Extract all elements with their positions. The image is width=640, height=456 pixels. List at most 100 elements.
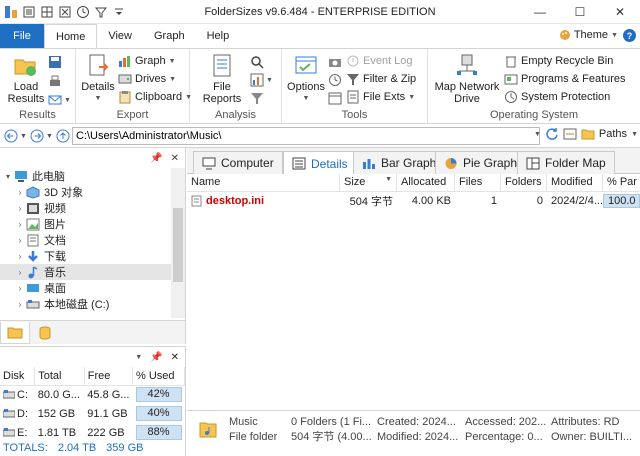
details-button[interactable]: Details ▼	[80, 53, 116, 105]
chevron-right-icon[interactable]: ›	[14, 268, 26, 277]
tree-item[interactable]: ▾ 此电脑	[0, 168, 185, 184]
chevron-right-icon[interactable]: ›	[14, 236, 26, 245]
path-input[interactable]	[72, 127, 540, 145]
tab-help[interactable]: Help	[196, 24, 241, 48]
column-header-files[interactable]: Files	[455, 174, 501, 191]
chevron-down-icon[interactable]: ▾	[2, 172, 14, 181]
tab-drives[interactable]	[30, 322, 60, 344]
chevron-down-icon[interactable]: ▼	[20, 133, 27, 140]
tab-details[interactable]: Details	[283, 151, 357, 175]
options-button[interactable]: Options ▼	[286, 53, 326, 105]
chevron-right-icon[interactable]: ›	[14, 284, 26, 293]
column-header-total[interactable]: Total	[34, 367, 85, 386]
chevron-down-icon[interactable]: ▼	[135, 354, 142, 361]
tab-home[interactable]: Home	[44, 24, 98, 48]
column-header-modified[interactable]: Modified	[547, 174, 603, 191]
column-header-disk[interactable]: Disk	[0, 367, 36, 386]
tab-view[interactable]: View	[97, 24, 143, 48]
chevron-right-icon[interactable]: ›	[14, 300, 26, 309]
event-log-button[interactable]: Event Log	[346, 53, 413, 69]
empty-recycle-bin-button[interactable]: Empty Recycle Bin	[504, 53, 613, 69]
tab-file[interactable]: File	[0, 24, 44, 48]
email-icon[interactable]	[48, 93, 62, 107]
tab-folders[interactable]	[0, 321, 30, 344]
clock-icon[interactable]	[76, 5, 90, 19]
print-icon[interactable]	[48, 75, 62, 89]
chevron-right-icon[interactable]: ›	[14, 204, 26, 213]
tree-item[interactable]: › 本地磁盘 (C:)	[0, 296, 185, 312]
close-icon[interactable]: ✕	[171, 153, 179, 164]
forward-icon[interactable]	[30, 129, 44, 143]
search-icon[interactable]	[250, 55, 264, 69]
export-clipboard-button[interactable]: Clipboard ▼	[118, 89, 192, 105]
chevron-down-icon[interactable]: ▼	[631, 131, 638, 138]
table-row[interactable]: desktop.ini 504 字节 4.00 KB 1 0 2024/2/4... 100…	[187, 192, 640, 210]
disk-row[interactable]: C: 80.0 G... 45.8 G... 42%	[0, 385, 185, 404]
scrollbar-thumb[interactable]	[173, 208, 183, 282]
tab-bar-graph[interactable]: Bar Graph	[353, 151, 446, 174]
disk-row[interactable]: E: 1.81 TB 222 GB 88%	[0, 423, 185, 442]
tree-item[interactable]: › 图片	[0, 216, 185, 232]
column-header-size[interactable]: Size ▼	[340, 174, 397, 191]
grid-icon[interactable]	[40, 5, 54, 19]
disk-row[interactable]: D: 152 GB 91.1 GB 40%	[0, 404, 185, 423]
export-graph-button[interactable]: Graph ▼	[118, 53, 176, 69]
close-icon[interactable]: ✕	[171, 352, 179, 363]
refresh-icon[interactable]	[545, 127, 559, 141]
tab-computer[interactable]: Computer	[193, 151, 283, 174]
chevron-down-icon[interactable]: ▼	[64, 97, 71, 104]
column-header-folders[interactable]: Folders	[501, 174, 547, 191]
tab-folder-map[interactable]: Folder Map	[517, 151, 615, 174]
list-icon[interactable]	[22, 5, 36, 19]
help-button[interactable]: ?	[623, 29, 636, 42]
paths-button[interactable]: Paths	[599, 128, 627, 140]
programs-features-button[interactable]: Programs & Features	[504, 71, 626, 87]
camera-icon[interactable]	[328, 55, 342, 69]
tree-item[interactable]: › 视频	[0, 200, 185, 216]
maximize-button[interactable]: ☐	[560, 0, 600, 24]
filter-icon[interactable]	[94, 5, 108, 19]
file-exts-button[interactable]: File Exts ▼	[346, 89, 415, 105]
tree-item[interactable]: › 文档	[0, 232, 185, 248]
chevron-right-icon[interactable]: ›	[14, 252, 26, 261]
chevron-down-icon[interactable]: ▼	[534, 131, 541, 138]
chart-icon[interactable]	[250, 73, 264, 87]
export-drives-button[interactable]: Drives ▼	[118, 71, 176, 87]
tree-item[interactable]: › 下载	[0, 248, 185, 264]
column-header-percent[interactable]: % Par	[603, 174, 640, 191]
tree-item[interactable]: › 音乐	[0, 264, 185, 280]
load-results-button[interactable]: Load Results	[6, 53, 46, 105]
chevron-down-icon[interactable]: ▼	[266, 77, 273, 84]
theme-menu[interactable]: Theme ▼	[559, 29, 618, 41]
history-icon[interactable]	[328, 73, 342, 87]
tab-graph[interactable]: Graph	[143, 24, 196, 48]
file-reports-button[interactable]: File Reports	[198, 53, 246, 105]
column-header-used[interactable]: % Used	[132, 367, 185, 386]
checkbox-icon[interactable]	[58, 5, 72, 19]
column-header-free[interactable]: Free	[84, 367, 134, 386]
chevron-right-icon[interactable]: ›	[14, 220, 26, 229]
save-icon[interactable]	[48, 55, 62, 69]
scheduler-icon[interactable]	[328, 91, 342, 105]
map-network-drive-button[interactable]: Map Network Drive	[432, 53, 502, 105]
tree-item[interactable]: › 桌面	[0, 280, 185, 296]
tab-pie-graph[interactable]: Pie Graph	[435, 151, 527, 174]
tree-scrollbar[interactable]	[171, 168, 185, 318]
up-folder-icon[interactable]	[56, 129, 70, 143]
chevron-right-icon[interactable]: ›	[14, 188, 26, 197]
close-button[interactable]: ✕	[600, 0, 640, 24]
bar-graph-icon	[363, 158, 375, 169]
system-protection-button[interactable]: System Protection	[504, 89, 610, 105]
scan-icon[interactable]	[563, 127, 577, 141]
pin-icon[interactable]: 📌	[150, 352, 162, 363]
filter-zip-button[interactable]: Filter & Zip	[346, 71, 416, 87]
column-header-allocated[interactable]: Allocated	[397, 174, 455, 191]
filter-icon[interactable]	[250, 91, 264, 105]
column-header-name[interactable]: Name	[187, 174, 340, 191]
qat-customize-icon[interactable]	[112, 5, 126, 19]
minimize-button[interactable]: —	[520, 0, 560, 24]
back-icon[interactable]	[4, 129, 18, 143]
pin-icon[interactable]: 📌	[150, 153, 162, 164]
chevron-down-icon[interactable]: ▼	[46, 133, 53, 140]
tree-item[interactable]: › 3D 对象	[0, 184, 185, 200]
